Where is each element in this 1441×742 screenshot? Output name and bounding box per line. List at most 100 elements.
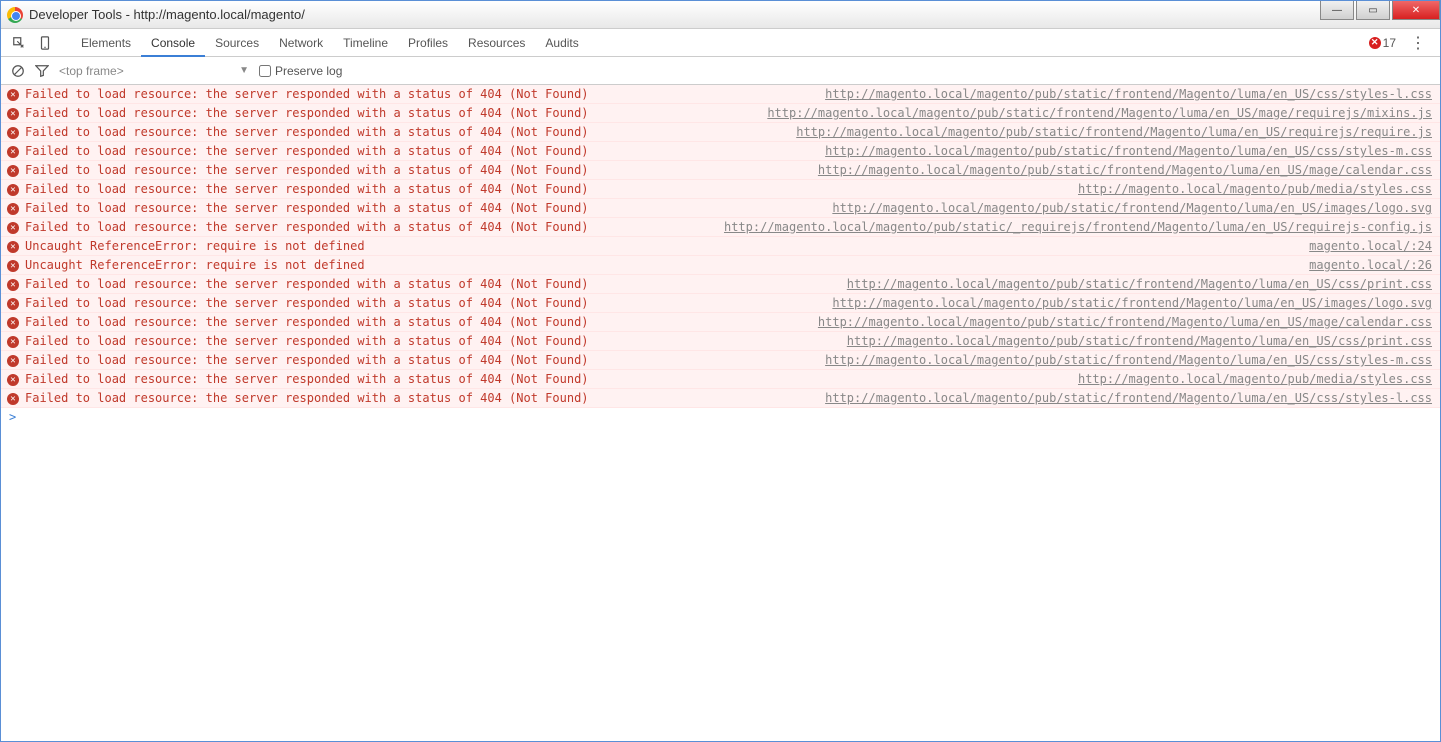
- frame-selector[interactable]: <top frame> ▼: [59, 64, 249, 78]
- console-message: Failed to load resource: the server resp…: [25, 353, 815, 367]
- tab-timeline[interactable]: Timeline: [333, 29, 398, 57]
- error-icon: ✕: [7, 146, 19, 158]
- console-source-link[interactable]: http://magento.local/magento/pub/static/…: [832, 296, 1432, 310]
- console-log-area[interactable]: ✕ Failed to load resource: the server res…: [1, 85, 1440, 741]
- console-message: Failed to load resource: the server resp…: [25, 163, 808, 177]
- console-message: Uncaught ReferenceError: require is not …: [25, 239, 1299, 253]
- console-source-link[interactable]: http://magento.local/magento/pub/static/…: [724, 220, 1432, 234]
- error-icon: ✕: [7, 260, 19, 272]
- console-row: ✕ Failed to load resource: the server res…: [1, 199, 1440, 218]
- error-icon: ✕: [7, 374, 19, 386]
- window-controls: — ▭ ✕: [1318, 1, 1440, 21]
- error-icon: ✕: [7, 393, 19, 405]
- close-button[interactable]: ✕: [1392, 1, 1440, 20]
- tab-elements[interactable]: Elements: [71, 29, 141, 57]
- inspect-element-icon[interactable]: [9, 33, 29, 53]
- error-icon: ✕: [7, 355, 19, 367]
- console-row: ✕ Failed to load resource: the server res…: [1, 313, 1440, 332]
- tab-network[interactable]: Network: [269, 29, 333, 57]
- console-source-link[interactable]: magento.local/:26: [1309, 258, 1432, 272]
- frame-selector-label: <top frame>: [59, 64, 124, 78]
- error-indicator[interactable]: ✕ 17: [1369, 36, 1396, 50]
- console-source-link[interactable]: http://magento.local/magento/pub/static/…: [825, 144, 1432, 158]
- console-row: ✕ Failed to load resource: the server res…: [1, 161, 1440, 180]
- console-filter-row: <top frame> ▼ Preserve log: [1, 57, 1440, 85]
- clear-console-icon[interactable]: [11, 64, 25, 78]
- error-icon: ✕: [7, 89, 19, 101]
- error-icon: ✕: [7, 279, 19, 291]
- console-message: Failed to load resource: the server resp…: [25, 220, 714, 234]
- console-message: Failed to load resource: the server resp…: [25, 87, 815, 101]
- console-source-link[interactable]: magento.local/:24: [1309, 239, 1432, 253]
- console-source-link[interactable]: http://magento.local/magento/pub/media/s…: [1078, 182, 1432, 196]
- console-source-link[interactable]: http://magento.local/magento/pub/static/…: [818, 315, 1432, 329]
- console-message: Failed to load resource: the server resp…: [25, 277, 837, 291]
- console-row: ✕Failed to load resource: the server res…: [1, 104, 1440, 123]
- console-source-link[interactable]: http://magento.local/magento/pub/static/…: [825, 391, 1432, 405]
- console-source-link[interactable]: http://magento.local/magento/pub/static/…: [825, 87, 1432, 101]
- error-icon: ✕: [7, 222, 19, 234]
- console-source-link[interactable]: http://magento.local/magento/pub/static/…: [818, 163, 1432, 177]
- toggle-device-icon[interactable]: [35, 33, 55, 53]
- console-row: ✕ Failed to load resource: the server res…: [1, 332, 1440, 351]
- console-message: Failed to load resource: the server resp…: [25, 201, 822, 215]
- error-badge-icon: ✕: [1369, 37, 1381, 49]
- console-row: ✕ Failed to load resource: the server res…: [1, 275, 1440, 294]
- console-message: Failed to load resource: the server resp…: [25, 296, 822, 310]
- console-row: ✕ Failed to load resource: the server res…: [1, 351, 1440, 370]
- console-row: ✕ Uncaught ReferenceError: require is not…: [1, 237, 1440, 256]
- console-message: Failed to load resource: the server resp…: [25, 125, 786, 139]
- console-source-link[interactable]: http://magento.local/magento/pub/static/…: [847, 334, 1432, 348]
- kebab-menu-icon[interactable]: ⋮: [1404, 33, 1432, 53]
- error-icon: ✕: [7, 165, 19, 177]
- error-icon: ✕: [7, 203, 19, 215]
- console-message: Failed to load resource: the server resp…: [25, 182, 1068, 196]
- chrome-icon: [7, 7, 23, 23]
- console-row: ✕ Failed to load resource: the server res…: [1, 370, 1440, 389]
- console-source-link[interactable]: http://magento.local/magento/pub/static/…: [825, 353, 1432, 367]
- console-row: ✕ Failed to load resource: the server res…: [1, 180, 1440, 199]
- console-row: ✕ Uncaught ReferenceError: require is not…: [1, 256, 1440, 275]
- error-icon: ✕: [7, 127, 19, 139]
- error-icon: ✕: [7, 108, 19, 120]
- chevron-down-icon: ▼: [239, 65, 249, 76]
- error-icon: ✕: [7, 241, 19, 253]
- console-row: ✕ Failed to load resource: the server res…: [1, 123, 1440, 142]
- tab-profiles[interactable]: Profiles: [398, 29, 458, 57]
- tabs-container: ElementsConsoleSourcesNetworkTimelinePro…: [71, 29, 589, 57]
- error-count: 17: [1383, 36, 1396, 50]
- console-message: Failed to load resource: the server resp…: [25, 144, 815, 158]
- console-row: ✕ Failed to load resource: the server res…: [1, 85, 1440, 104]
- console-row: ✕Failed to load resource: the server res…: [1, 294, 1440, 313]
- devtools-window: Developer Tools - http://magento.local/m…: [0, 0, 1441, 742]
- console-row: ✕ Failed to load resource: the server res…: [1, 389, 1440, 408]
- filter-icon[interactable]: [35, 64, 49, 78]
- console-message: Uncaught ReferenceError: require is not …: [25, 258, 1299, 272]
- devtools-tabs-row: ElementsConsoleSourcesNetworkTimelinePro…: [1, 29, 1440, 57]
- console-message: Failed to load resource: the server resp…: [25, 334, 837, 348]
- console-message: Failed to load resource: the server resp…: [25, 391, 815, 405]
- console-source-link[interactable]: http://magento.local/magento/pub/static/…: [832, 201, 1432, 215]
- console-source-link[interactable]: http://magento.local/magento/pub/static/…: [767, 106, 1432, 120]
- maximize-button[interactable]: ▭: [1356, 1, 1390, 20]
- minimize-button[interactable]: —: [1320, 1, 1354, 20]
- error-icon: ✕: [7, 317, 19, 329]
- tab-sources[interactable]: Sources: [205, 29, 269, 57]
- error-icon: ✕: [7, 184, 19, 196]
- error-icon: ✕: [7, 336, 19, 348]
- preserve-log-control[interactable]: Preserve log: [259, 64, 342, 78]
- preserve-log-label: Preserve log: [275, 64, 342, 78]
- console-message: Failed to load resource: the server resp…: [25, 372, 1068, 386]
- tab-resources[interactable]: Resources: [458, 29, 535, 57]
- console-source-link[interactable]: http://magento.local/magento/pub/media/s…: [1078, 372, 1432, 386]
- console-source-link[interactable]: http://magento.local/magento/pub/static/…: [796, 125, 1432, 139]
- console-source-link[interactable]: http://magento.local/magento/pub/static/…: [847, 277, 1432, 291]
- tab-audits[interactable]: Audits: [535, 29, 588, 57]
- console-row: ✕ Failed to load resource: the server res…: [1, 218, 1440, 237]
- preserve-log-checkbox[interactable]: [259, 65, 271, 77]
- console-prompt[interactable]: >: [1, 408, 1440, 426]
- console-message: Failed to load resource: the server resp…: [25, 315, 808, 329]
- window-titlebar: Developer Tools - http://magento.local/m…: [1, 1, 1440, 29]
- tab-console[interactable]: Console: [141, 29, 205, 57]
- console-row: ✕ Failed to load resource: the server res…: [1, 142, 1440, 161]
